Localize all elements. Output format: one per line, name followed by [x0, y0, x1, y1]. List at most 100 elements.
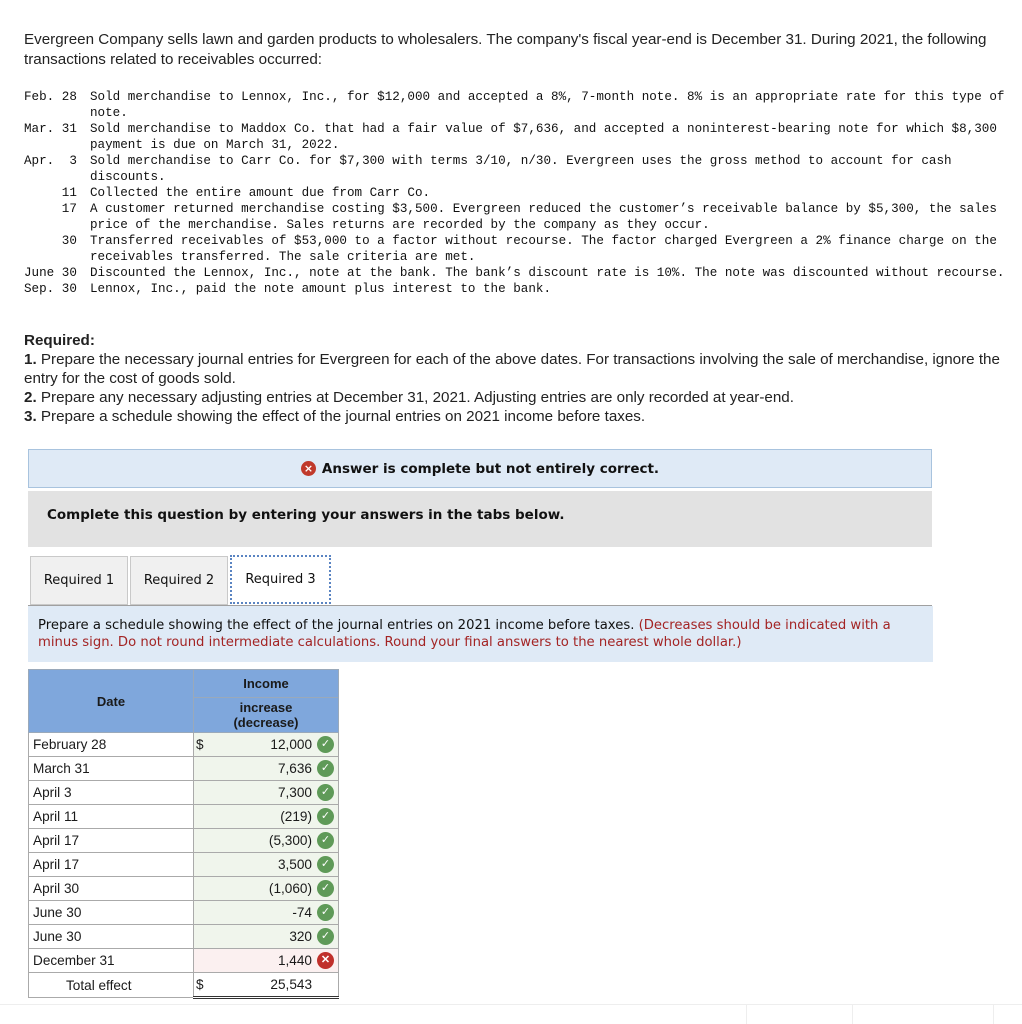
table-row: June 30 -74 ✓ — [28, 900, 339, 925]
transaction-text: Discounted the Lennox, Inc., note at the… — [90, 266, 1005, 280]
amount-value: 1,440 — [277, 953, 312, 968]
transaction-text: A customer returned merchandise costing … — [90, 202, 997, 232]
check-icon: ✓ — [317, 736, 334, 753]
amount-value: 3,500 — [277, 857, 312, 872]
transaction-text: Transferred receivables of $53,000 to a … — [90, 234, 997, 264]
transaction-date: Apr. 3 — [24, 154, 77, 168]
income-effect-input[interactable]: $12,000 ✓ — [193, 732, 339, 757]
incorrect-icon: ✕ — [317, 952, 334, 969]
transaction-text: Lennox, Inc., paid the note amount plus … — [90, 282, 552, 296]
required-text: Prepare any necessary adjusting entries … — [36, 389, 794, 406]
transaction-date: Sep. 30 — [24, 282, 77, 296]
table-row: February 28 $12,000 ✓ — [28, 732, 339, 757]
transaction-date: 30 — [24, 234, 77, 248]
tab-required-2[interactable]: Required 2 — [130, 556, 228, 605]
amount-value: 12,000 — [270, 737, 312, 752]
row-date: March 31 — [28, 756, 194, 781]
income-effect-input[interactable]: 3,500 ✓ — [193, 852, 339, 877]
table-row: April 17 (5,300) ✓ — [28, 828, 339, 853]
income-effect-input[interactable]: 320 ✓ — [193, 924, 339, 949]
income-effect-input[interactable]: 7,636 ✓ — [193, 756, 339, 781]
transaction-item: June 30 Discounted the Lennox, Inc., note… — [24, 265, 1015, 281]
row-date: April 30 — [28, 876, 194, 901]
amount-value: (1,060) — [268, 881, 312, 896]
transaction-text: Sold merchandise to Maddox Co. that had … — [90, 122, 997, 152]
amount-value: 7,636 — [277, 761, 312, 776]
error-icon: × — [300, 461, 316, 476]
income-effect-input[interactable]: -74 ✓ — [193, 900, 339, 925]
row-date: April 17 — [28, 852, 194, 877]
total-row: Total effect $25,543 — [28, 972, 339, 999]
row-date: April 17 — [28, 828, 194, 853]
table-row: December 31 1,440 ✕ — [28, 948, 339, 973]
check-icon: ✓ — [317, 760, 334, 777]
required-section: Required: 1. Prepare the necessary journ… — [24, 331, 1022, 426]
income-effect-input[interactable]: (1,060) ✓ — [193, 876, 339, 901]
required-text: Prepare the necessary journal entries fo… — [24, 351, 1000, 387]
row-date: June 30 — [28, 924, 194, 949]
tab-bar: Required 1 Required 2 Required 3 — [30, 555, 333, 606]
amount-value: -74 — [292, 905, 312, 920]
required-item: 3. Prepare a schedule showing the effect… — [24, 407, 1022, 426]
row-date: February 28 — [28, 732, 194, 757]
footer-divider — [852, 1005, 853, 1024]
tab-required-3[interactable]: Required 3 — [230, 555, 331, 604]
transaction-item: 17 A customer returned merchandise costin… — [24, 201, 1015, 233]
required-text: Prepare a schedule showing the effect of… — [36, 408, 646, 425]
transaction-text: Sold merchandise to Lennox, Inc., for $1… — [90, 90, 1005, 120]
check-icon: ✓ — [317, 928, 334, 945]
check-icon: ✓ — [317, 832, 334, 849]
table-row: June 30 320 ✓ — [28, 924, 339, 949]
check-icon: ✓ — [317, 856, 334, 873]
check-icon: ✓ — [317, 904, 334, 921]
required-heading: Required: — [24, 332, 95, 349]
transaction-item: Sep. 30 Lennox, Inc., paid the note amoun… — [24, 281, 1015, 297]
transaction-date: 11 — [24, 186, 77, 200]
amount-value: (219) — [280, 809, 312, 824]
total-value-cell: $25,543 — [193, 972, 339, 999]
result-banner: × Answer is complete but not entirely co… — [28, 449, 932, 488]
result-banner-text: Answer is complete but not entirely corr… — [321, 460, 660, 477]
transaction-text: Sold merchandise to Carr Co. for $7,300 … — [90, 154, 952, 184]
instruction-box: Complete this question by entering your … — [28, 491, 932, 547]
income-effect-input[interactable]: 7,300 ✓ — [193, 780, 339, 805]
income-subheader: increase (decrease) — [193, 697, 339, 733]
required-item: 2. Prepare any necessary adjusting entri… — [24, 388, 1022, 407]
footer-divider — [993, 1005, 994, 1024]
income-effect-input[interactable]: (5,300) ✓ — [193, 828, 339, 853]
row-date: June 30 — [28, 900, 194, 925]
transaction-item: Apr. 3 Sold merchandise to Carr Co. for $… — [24, 153, 1015, 185]
income-effect-input[interactable]: (219) ✓ — [193, 804, 339, 829]
required-number: 1. — [24, 351, 37, 368]
row-date: April 11 — [28, 804, 194, 829]
table-row: April 3 7,300 ✓ — [28, 780, 339, 805]
transaction-date: June 30 — [24, 266, 77, 280]
total-value: 25,543 — [270, 977, 312, 992]
required-item: 1. Prepare the necessary journal entries… — [24, 350, 1022, 388]
currency-symbol: $ — [196, 737, 204, 752]
income-effect-schedule: Date Income increase (decrease) February … — [28, 669, 339, 999]
problem-intro: Evergreen Company sells lawn and garden … — [24, 31, 987, 68]
question-prompt: Prepare a schedule showing the effect of… — [28, 606, 933, 662]
income-effect-input[interactable]: 1,440 ✕ — [193, 948, 339, 973]
transaction-item: Feb. 28 Sold merchandise to Lennox, Inc.,… — [24, 89, 1015, 121]
currency-symbol: $ — [196, 977, 204, 992]
amount-value: (5,300) — [268, 833, 312, 848]
check-icon: ✓ — [317, 808, 334, 825]
transaction-date: Feb. 28 — [24, 90, 77, 104]
row-date: December 31 — [28, 948, 194, 973]
tab-required-1[interactable]: Required 1 — [30, 556, 128, 605]
transaction-item: 11 Collected the entire amount due from C… — [24, 185, 1015, 201]
required-number: 3. — [24, 408, 37, 425]
transaction-text: Collected the entire amount due from Car… — [90, 186, 431, 200]
income-subheader-line2: (decrease) — [233, 715, 299, 730]
footer-divider — [0, 1004, 1022, 1005]
income-subheader-line1: increase — [239, 700, 293, 715]
transaction-list: Feb. 28 Sold merchandise to Lennox, Inc.,… — [24, 89, 1015, 297]
required-number: 2. — [24, 389, 37, 406]
table-row: April 17 3,500 ✓ — [28, 852, 339, 877]
amount-value: 7,300 — [277, 785, 312, 800]
check-icon: ✓ — [317, 784, 334, 801]
row-date: April 3 — [28, 780, 194, 805]
income-column-header: Income — [193, 669, 339, 698]
